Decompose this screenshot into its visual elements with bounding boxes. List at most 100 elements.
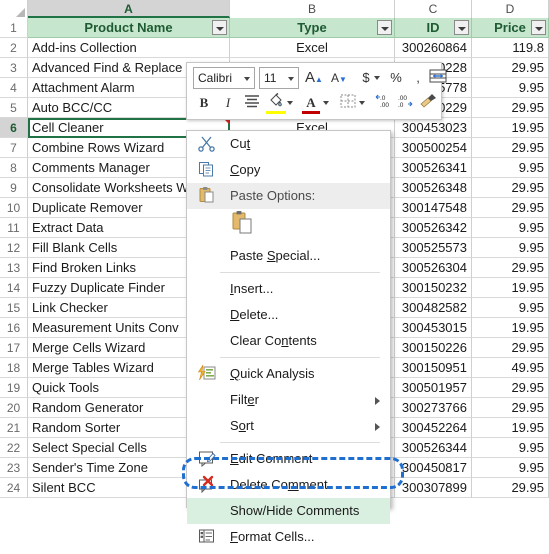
cell-price-20[interactable]: 29.95 bbox=[472, 398, 549, 418]
cell-id-12[interactable]: 300525573 bbox=[395, 238, 472, 258]
menu-item-cut[interactable]: Cut bbox=[187, 131, 390, 157]
context-menu[interactable]: Cut Copy Paste Options: Paste Special...… bbox=[186, 130, 391, 544]
cell-id-24[interactable]: 300307899 bbox=[395, 478, 472, 498]
row-header-17[interactable]: 17 bbox=[0, 338, 28, 358]
cell-price-7[interactable]: 29.95 bbox=[472, 138, 549, 158]
cell-id-15[interactable]: 300482582 bbox=[395, 298, 472, 318]
cell-price-11[interactable]: 9.95 bbox=[472, 218, 549, 238]
row-header-11[interactable]: 11 bbox=[0, 218, 28, 238]
accounting-format-dropdown[interactable] bbox=[373, 67, 382, 89]
fill-color-icon[interactable] bbox=[265, 92, 287, 114]
cell-price-13[interactable]: 29.95 bbox=[472, 258, 549, 278]
cell-price-12[interactable]: 9.95 bbox=[472, 238, 549, 258]
column-header-a[interactable]: A bbox=[28, 0, 230, 18]
row-header-1[interactable]: 1 bbox=[0, 18, 28, 38]
column-header-b[interactable]: B bbox=[230, 0, 395, 18]
column-header-d[interactable]: D bbox=[472, 0, 549, 18]
comma-style-icon[interactable]: , bbox=[407, 67, 429, 89]
cell-price-18[interactable]: 49.95 bbox=[472, 358, 549, 378]
cell-id-17[interactable]: 300150226 bbox=[395, 338, 472, 358]
font-size-combo[interactable]: 11 bbox=[259, 67, 299, 89]
row-header-21[interactable]: 21 bbox=[0, 418, 28, 438]
cell-price-10[interactable]: 29.95 bbox=[472, 198, 549, 218]
menu-item-filter[interactable]: Filter bbox=[187, 387, 390, 413]
cell-product-2[interactable]: Add-ins Collection bbox=[28, 38, 230, 58]
format-painter-icon[interactable] bbox=[417, 93, 439, 115]
grow-font-icon[interactable]: A▲ bbox=[303, 67, 325, 89]
cell-id-19[interactable]: 300501957 bbox=[395, 378, 472, 398]
cell-price-14[interactable]: 19.95 bbox=[472, 278, 549, 298]
cell-price-22[interactable]: 9.95 bbox=[472, 438, 549, 458]
row-header-8[interactable]: 8 bbox=[0, 158, 28, 178]
filter-button-product[interactable] bbox=[212, 20, 227, 35]
filter-button-type[interactable] bbox=[377, 20, 392, 35]
cell-type-2[interactable]: Excel bbox=[230, 38, 395, 58]
filter-button-id[interactable] bbox=[454, 20, 469, 35]
cell-id-21[interactable]: 300452264 bbox=[395, 418, 472, 438]
select-all-corner[interactable] bbox=[0, 0, 28, 18]
column-title-product[interactable]: Product Name bbox=[28, 18, 230, 38]
percent-style-icon[interactable]: % bbox=[385, 67, 407, 89]
cell-id-7[interactable]: 300500254 bbox=[395, 138, 472, 158]
italic-icon[interactable]: I bbox=[217, 92, 239, 114]
bold-icon[interactable]: B bbox=[193, 92, 215, 114]
cell-price-16[interactable]: 19.95 bbox=[472, 318, 549, 338]
cell-price-5[interactable]: 29.95 bbox=[472, 98, 549, 118]
menu-item-delete[interactable]: Delete... bbox=[187, 302, 390, 328]
menu-item-edit-comment[interactable]: Edit Comment bbox=[187, 446, 390, 472]
cell-price-23[interactable]: 9.95 bbox=[472, 458, 549, 478]
cell-id-8[interactable]: 300526341 bbox=[395, 158, 472, 178]
fill-color-dropdown[interactable] bbox=[286, 92, 295, 114]
row-header-4[interactable]: 4 bbox=[0, 78, 28, 98]
row-header-18[interactable]: 18 bbox=[0, 358, 28, 378]
menu-item-format-cells[interactable]: Format Cells... bbox=[187, 524, 390, 550]
menu-item-show-hide-comments[interactable]: Show/Hide Comments bbox=[187, 498, 390, 524]
row-header-3[interactable]: 3 bbox=[0, 58, 28, 78]
shrink-font-icon[interactable]: A▼ bbox=[328, 67, 350, 89]
cell-id-2[interactable]: 300260864 bbox=[395, 38, 472, 58]
cell-id-22[interactable]: 300526344 bbox=[395, 438, 472, 458]
font-color-icon[interactable]: A bbox=[300, 92, 322, 114]
menu-item-insert[interactable]: Insert... bbox=[187, 276, 390, 302]
column-title-type[interactable]: Type bbox=[230, 18, 395, 38]
cell-id-23[interactable]: 300450817 bbox=[395, 458, 472, 478]
cell-id-6[interactable]: 300453023 bbox=[395, 118, 472, 138]
menu-item-sort[interactable]: Sort bbox=[187, 413, 390, 439]
row-header-14[interactable]: 14 bbox=[0, 278, 28, 298]
row-header-23[interactable]: 23 bbox=[0, 458, 28, 478]
menu-item-delete-comment[interactable]: Delete Comment bbox=[187, 472, 390, 498]
cell-price-4[interactable]: 9.95 bbox=[472, 78, 549, 98]
row-header-13[interactable]: 13 bbox=[0, 258, 28, 278]
column-header-c[interactable]: C bbox=[395, 0, 472, 18]
row-header-15[interactable]: 15 bbox=[0, 298, 28, 318]
menu-item-clear-contents[interactable]: Clear Contents bbox=[187, 328, 390, 354]
increase-decimal-icon[interactable]: .0 .00 bbox=[373, 92, 395, 114]
row-header-16[interactable]: 16 bbox=[0, 318, 28, 338]
row-header-12[interactable]: 12 bbox=[0, 238, 28, 258]
row-header-7[interactable]: 7 bbox=[0, 138, 28, 158]
row-header-20[interactable]: 20 bbox=[0, 398, 28, 418]
row-header-22[interactable]: 22 bbox=[0, 438, 28, 458]
cell-id-20[interactable]: 300273766 bbox=[395, 398, 472, 418]
row-header-6[interactable]: 6 bbox=[0, 118, 28, 138]
cell-id-16[interactable]: 300453015 bbox=[395, 318, 472, 338]
cell-id-10[interactable]: 300147548 bbox=[395, 198, 472, 218]
cell-id-14[interactable]: 300150232 bbox=[395, 278, 472, 298]
cell-price-15[interactable]: 9.95 bbox=[472, 298, 549, 318]
row-header-2[interactable]: 2 bbox=[0, 38, 28, 58]
cell-id-13[interactable]: 300526304 bbox=[395, 258, 472, 278]
font-color-dropdown[interactable] bbox=[322, 92, 331, 114]
cell-price-19[interactable]: 29.95 bbox=[472, 378, 549, 398]
cell-price-6[interactable]: 19.95 bbox=[472, 118, 549, 138]
cell-price-17[interactable]: 29.95 bbox=[472, 338, 549, 358]
decrease-decimal-icon[interactable]: .00 .0 bbox=[395, 92, 417, 114]
paste-options-gallery[interactable] bbox=[187, 209, 390, 243]
filter-button-price[interactable] bbox=[531, 20, 546, 35]
row-header-5[interactable]: 5 bbox=[0, 98, 28, 118]
cell-price-8[interactable]: 9.95 bbox=[472, 158, 549, 178]
merge-center-icon[interactable] bbox=[427, 68, 449, 90]
cell-id-11[interactable]: 300526342 bbox=[395, 218, 472, 238]
row-header-24[interactable]: 24 bbox=[0, 478, 28, 498]
borders-icon[interactable] bbox=[337, 93, 359, 115]
cell-price-21[interactable]: 19.95 bbox=[472, 418, 549, 438]
